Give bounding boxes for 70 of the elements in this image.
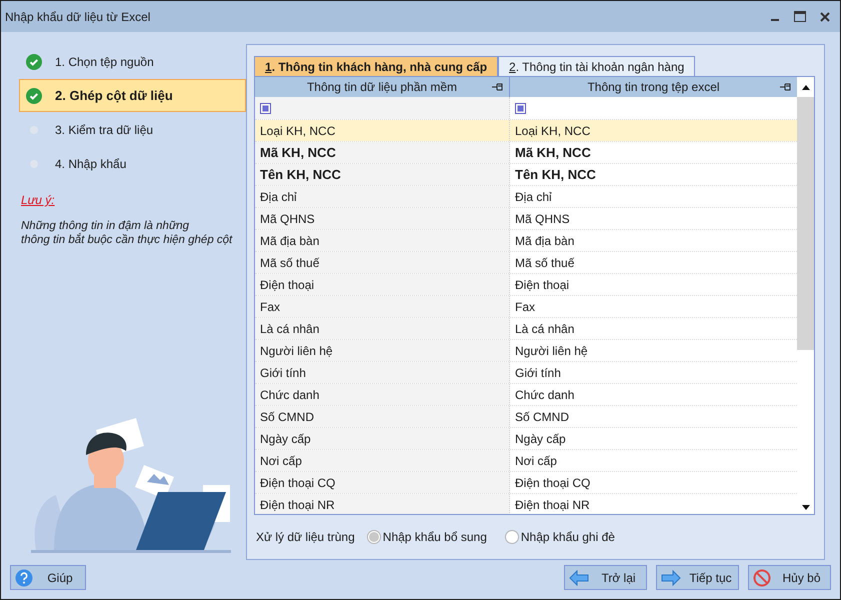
radio-option[interactable]: Nhập khẩu ghi đè <box>504 528 615 546</box>
table-cell-text: Chức danh <box>260 386 320 404</box>
table-cell-text: Điện thoại NR <box>515 496 590 514</box>
wizard-step[interactable]: 2. Ghép cột dữ liệu <box>19 79 246 112</box>
check-icon <box>26 54 42 70</box>
table-cell-text: Tên KH, NCC <box>515 166 596 184</box>
radio-option[interactable]: Nhập khẩu bổ sung <box>366 528 487 546</box>
scroll-down-icon[interactable] <box>802 504 810 510</box>
help-icon <box>15 568 33 586</box>
table-cell-text: Mã số thuế <box>260 254 320 272</box>
check-icon <box>26 88 42 104</box>
table-cell-text: Số CMND <box>260 408 314 426</box>
table-cell-text: Mã QHNS <box>260 210 315 228</box>
table-cell-text: Mã địa bàn <box>515 232 574 250</box>
table-cell-text: Fax <box>515 298 536 316</box>
table-cell-text: Chức danh <box>515 386 574 404</box>
table-cell-text: Giới tính <box>260 364 306 382</box>
cancel-icon <box>753 568 771 586</box>
table-cell-text: Mã KH, NCC <box>515 144 591 162</box>
scroll-up-icon[interactable] <box>802 84 810 90</box>
table-cell-text: Là cá nhân <box>260 320 320 338</box>
table-cell-text: Điện thoại <box>260 276 314 294</box>
table-cell-text: Mã địa bàn <box>260 232 320 250</box>
table-cell-text: Điện thoại CQ <box>260 474 336 492</box>
table-cell-text: Nơi cấp <box>260 452 302 470</box>
table-cell-text: Mã KH, NCC <box>260 144 336 162</box>
pin-icon[interactable] <box>780 83 791 91</box>
table-cell-text: Nơi cấp <box>515 452 557 470</box>
filter-icon[interactable] <box>515 102 526 114</box>
table-cell-text: Người liên hệ <box>515 342 588 360</box>
pin-icon[interactable] <box>492 83 503 91</box>
close-icon[interactable] <box>820 12 830 22</box>
filter-icon[interactable] <box>260 102 271 114</box>
table-cell-text: Loại KH, NCC <box>515 122 590 140</box>
note-title: Lưu ý: <box>21 192 55 209</box>
scrollbar[interactable] <box>797 77 814 514</box>
next-button[interactable]: Tiếp tục <box>656 565 739 590</box>
table-cell-text: Người liên hệ <box>260 342 333 360</box>
table-cell-text: Điện thoại CQ <box>515 474 590 492</box>
maximize-icon[interactable] <box>794 11 806 22</box>
cancel-button[interactable]: Hủy bỏ <box>748 565 831 590</box>
table-cell-text: Ngày cấp <box>515 430 566 448</box>
duplicate-label: Xử lý dữ liệu trùng <box>256 529 355 546</box>
note-text: Những thông tin in đậm là những thông tin bắt buộc cần thực hiện ghép cột <box>21 219 234 247</box>
radio-icon[interactable] <box>504 530 519 544</box>
wizard-step[interactable]: 1. Chọn tệp nguồn <box>19 45 246 78</box>
left-arrow-icon <box>569 570 589 586</box>
table-cell-text: Fax <box>260 298 280 316</box>
table-cell-text: Loại KH, NCC <box>260 122 336 140</box>
wizard-step[interactable]: 3. Kiểm tra dữ liệu <box>19 113 246 146</box>
table-cell-text: Địa chỉ <box>260 188 297 206</box>
radio-icon[interactable] <box>366 530 381 544</box>
table-cell-text: Ngày cấp <box>260 430 311 448</box>
back-button[interactable]: Trở lại <box>564 565 647 590</box>
tab[interactable]: 1. Thông tin khách hàng, nhà cung cấp <box>254 56 498 76</box>
right-arrow-icon <box>661 570 681 586</box>
wizard-step[interactable]: 4. Nhập khẩu <box>19 147 246 180</box>
table-cell-text: Mã QHNS <box>515 210 570 228</box>
table-cell-text: Điện thoại <box>515 276 570 294</box>
table-cell-text: Địa chỉ <box>515 188 552 206</box>
table-cell-text: Giới tính <box>515 364 561 382</box>
table-cell-text: Điện thoại NR <box>260 496 335 514</box>
window-title: Nhập khẩu dữ liệu từ Excel <box>5 8 150 26</box>
table-cell-text: Là cá nhân <box>515 320 574 338</box>
table-cell-text: Mã số thuế <box>515 254 574 272</box>
tab[interactable]: 2. Thông tin tài khoản ngân hàng <box>498 56 696 76</box>
help-button[interactable]: Giúp <box>10 565 86 590</box>
column-header[interactable]: Thông tin trong tệp excel <box>510 77 797 97</box>
table-cell-text: Số CMND <box>515 408 570 426</box>
table-cell-text: Tên KH, NCC <box>260 166 341 184</box>
